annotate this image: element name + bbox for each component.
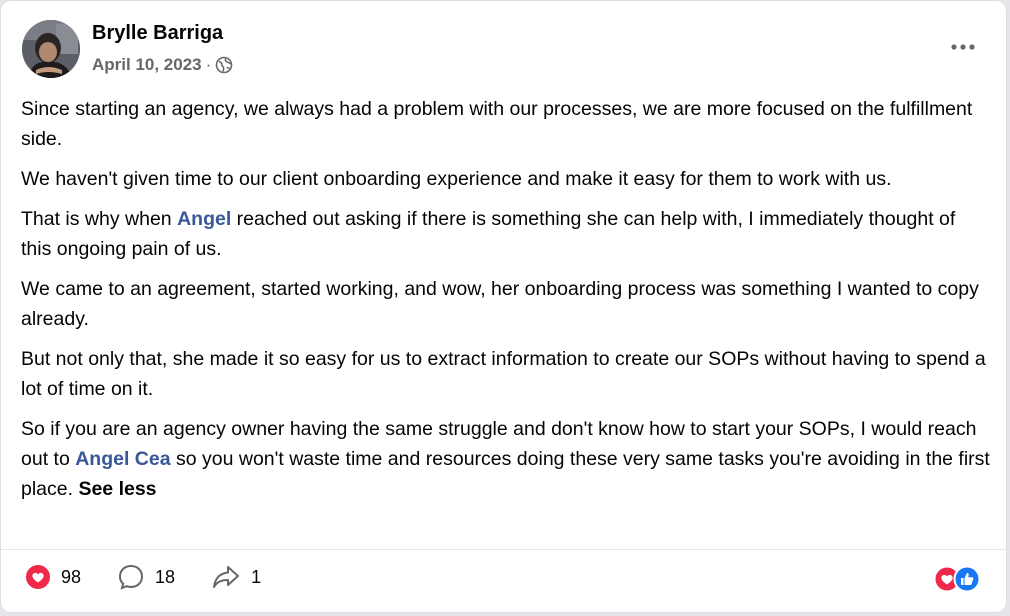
share-icon [213, 566, 240, 588]
author-name[interactable]: Brylle Barriga [92, 22, 223, 45]
share-button[interactable]: 1 [211, 563, 261, 591]
post-card: Brylle Barriga April 10, 2023 · Since st… [1, 1, 1006, 612]
post-paragraph: But not only that, she made it so easy f… [21, 348, 986, 400]
like-button[interactable]: 98 [25, 564, 81, 590]
post-body: Since starting an agency, we always had … [21, 94, 991, 514]
likes-count: 98 [61, 566, 82, 587]
like-reaction-icon [953, 565, 981, 593]
globe-icon[interactable] [215, 56, 233, 74]
meta-separator: · [205, 55, 212, 74]
ellipsis-icon [951, 44, 975, 50]
post-paragraph: We haven't given time to our client onbo… [21, 168, 892, 190]
divider [1, 549, 1006, 550]
more-options-button[interactable] [945, 35, 981, 59]
see-less-link[interactable]: See less [78, 478, 156, 500]
mention-angel-cea[interactable]: Angel Cea [75, 448, 170, 470]
post-meta: April 10, 2023 · [92, 55, 233, 75]
post-paragraph: We came to an agreement, started working… [21, 278, 979, 330]
avatar-photo [22, 20, 80, 78]
post-paragraph: Since starting an agency, we always had … [21, 98, 973, 150]
shares-count: 1 [251, 566, 262, 587]
paragraph-text: That is why when [21, 208, 178, 230]
mention-angel[interactable]: Angel [177, 208, 231, 230]
avatar[interactable] [22, 20, 80, 78]
post-date[interactable]: April 10, 2023 [92, 55, 202, 75]
post-actions: 98 18 1 [25, 563, 297, 591]
comment-button[interactable]: 18 [117, 563, 175, 591]
reactions-summary[interactable] [933, 565, 981, 593]
comments-count: 18 [155, 566, 176, 587]
post-paragraph: So if you are an agency owner having the… [21, 414, 991, 504]
heart-icon [26, 565, 50, 589]
post-paragraph: That is why when Angel reached out askin… [21, 204, 991, 264]
comment-icon [119, 564, 144, 590]
